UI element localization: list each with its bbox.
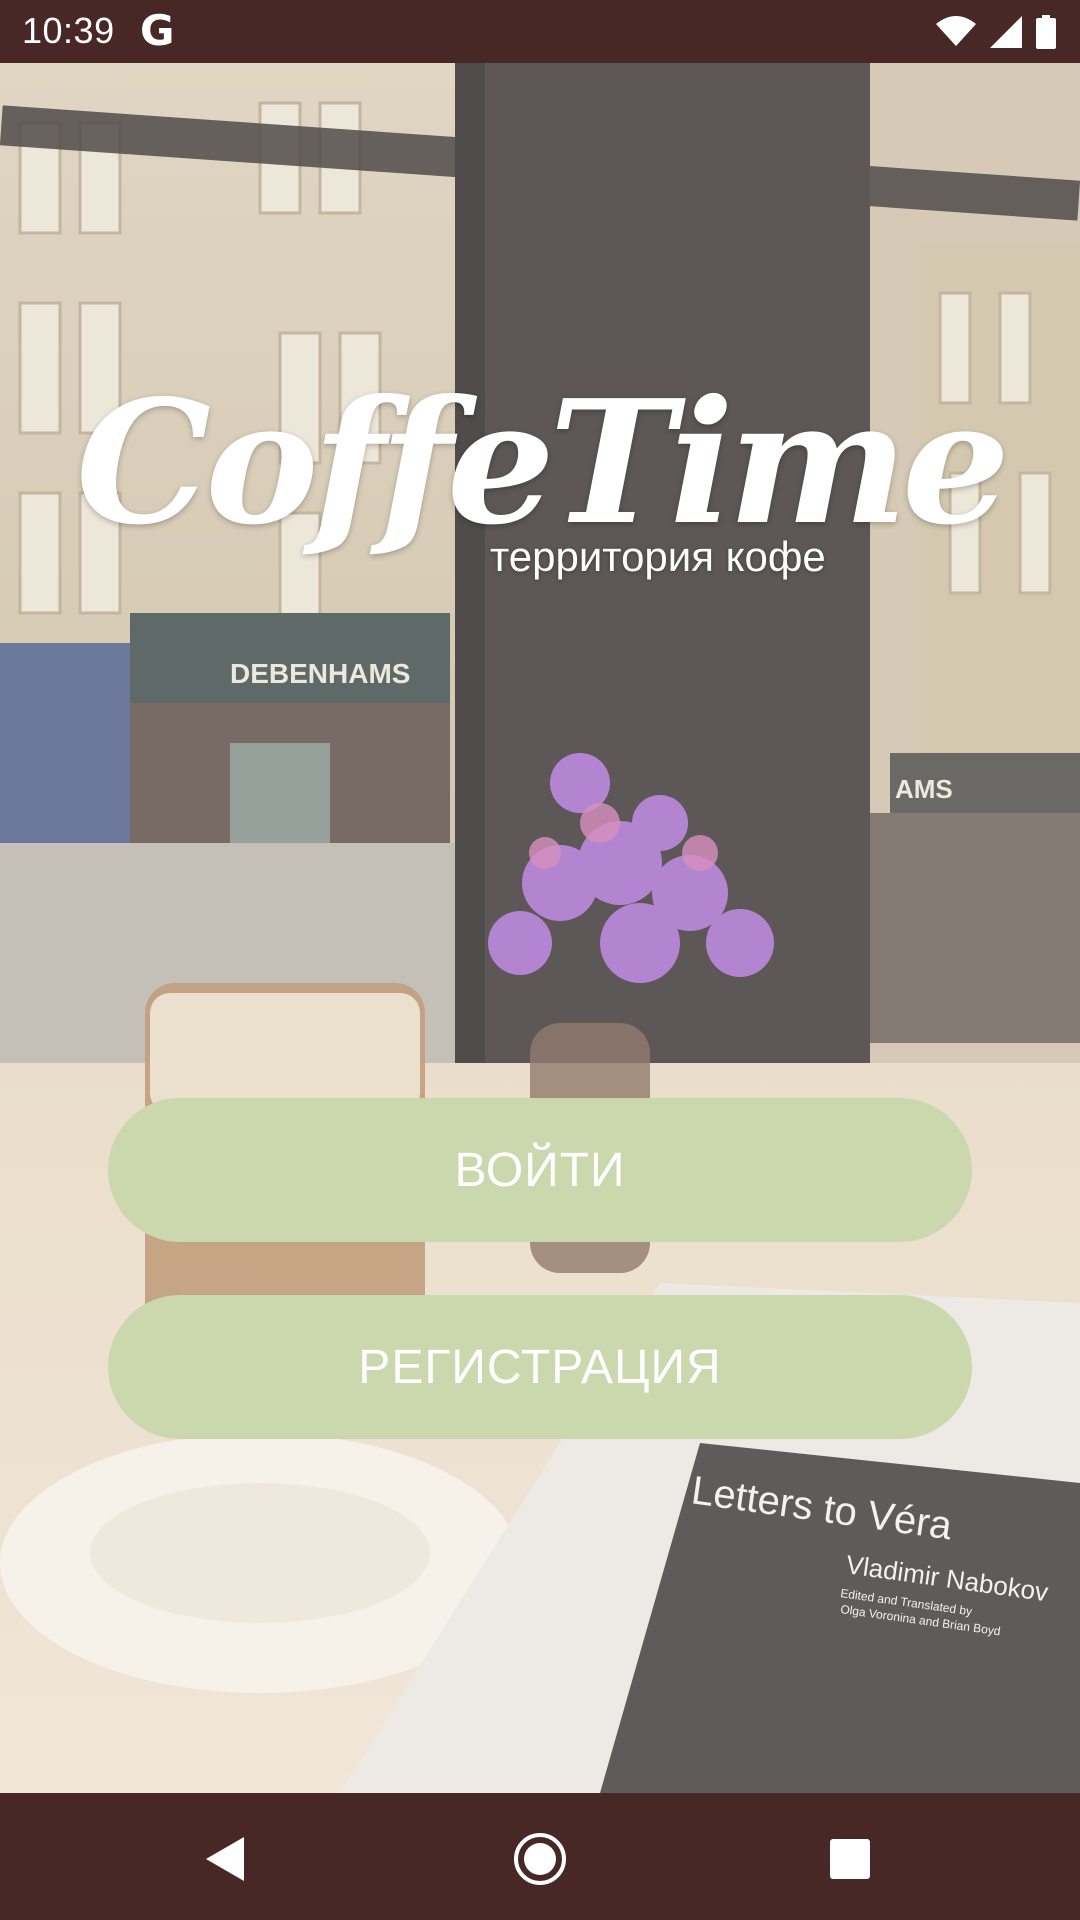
battery-icon [1036,15,1056,49]
cafe-window-illustration: DEBENHAMS AMS Letters to Véra Vladimir N… [0,63,1080,1793]
back-triangle-icon[interactable] [196,1829,256,1889]
login-button[interactable]: ВОЙТИ [108,1098,972,1242]
system-navigation-bar [0,1793,1080,1920]
status-bar: 10:39 G [0,0,1080,63]
wifi-icon [936,16,976,46]
status-time: 10:39 [22,10,115,51]
cell-signal-icon [990,16,1022,48]
register-button[interactable]: РЕГИСТРАЦИЯ [108,1295,972,1439]
recents-square-icon[interactable] [820,1829,880,1889]
app-logo-subtitle: территория кофе [490,533,826,580]
status-icons [936,14,1056,50]
background-photo: DEBENHAMS AMS Letters to Véra Vladimir N… [0,63,1080,1793]
google-g-icon: G [140,6,175,55]
home-circle-icon[interactable] [510,1829,570,1889]
